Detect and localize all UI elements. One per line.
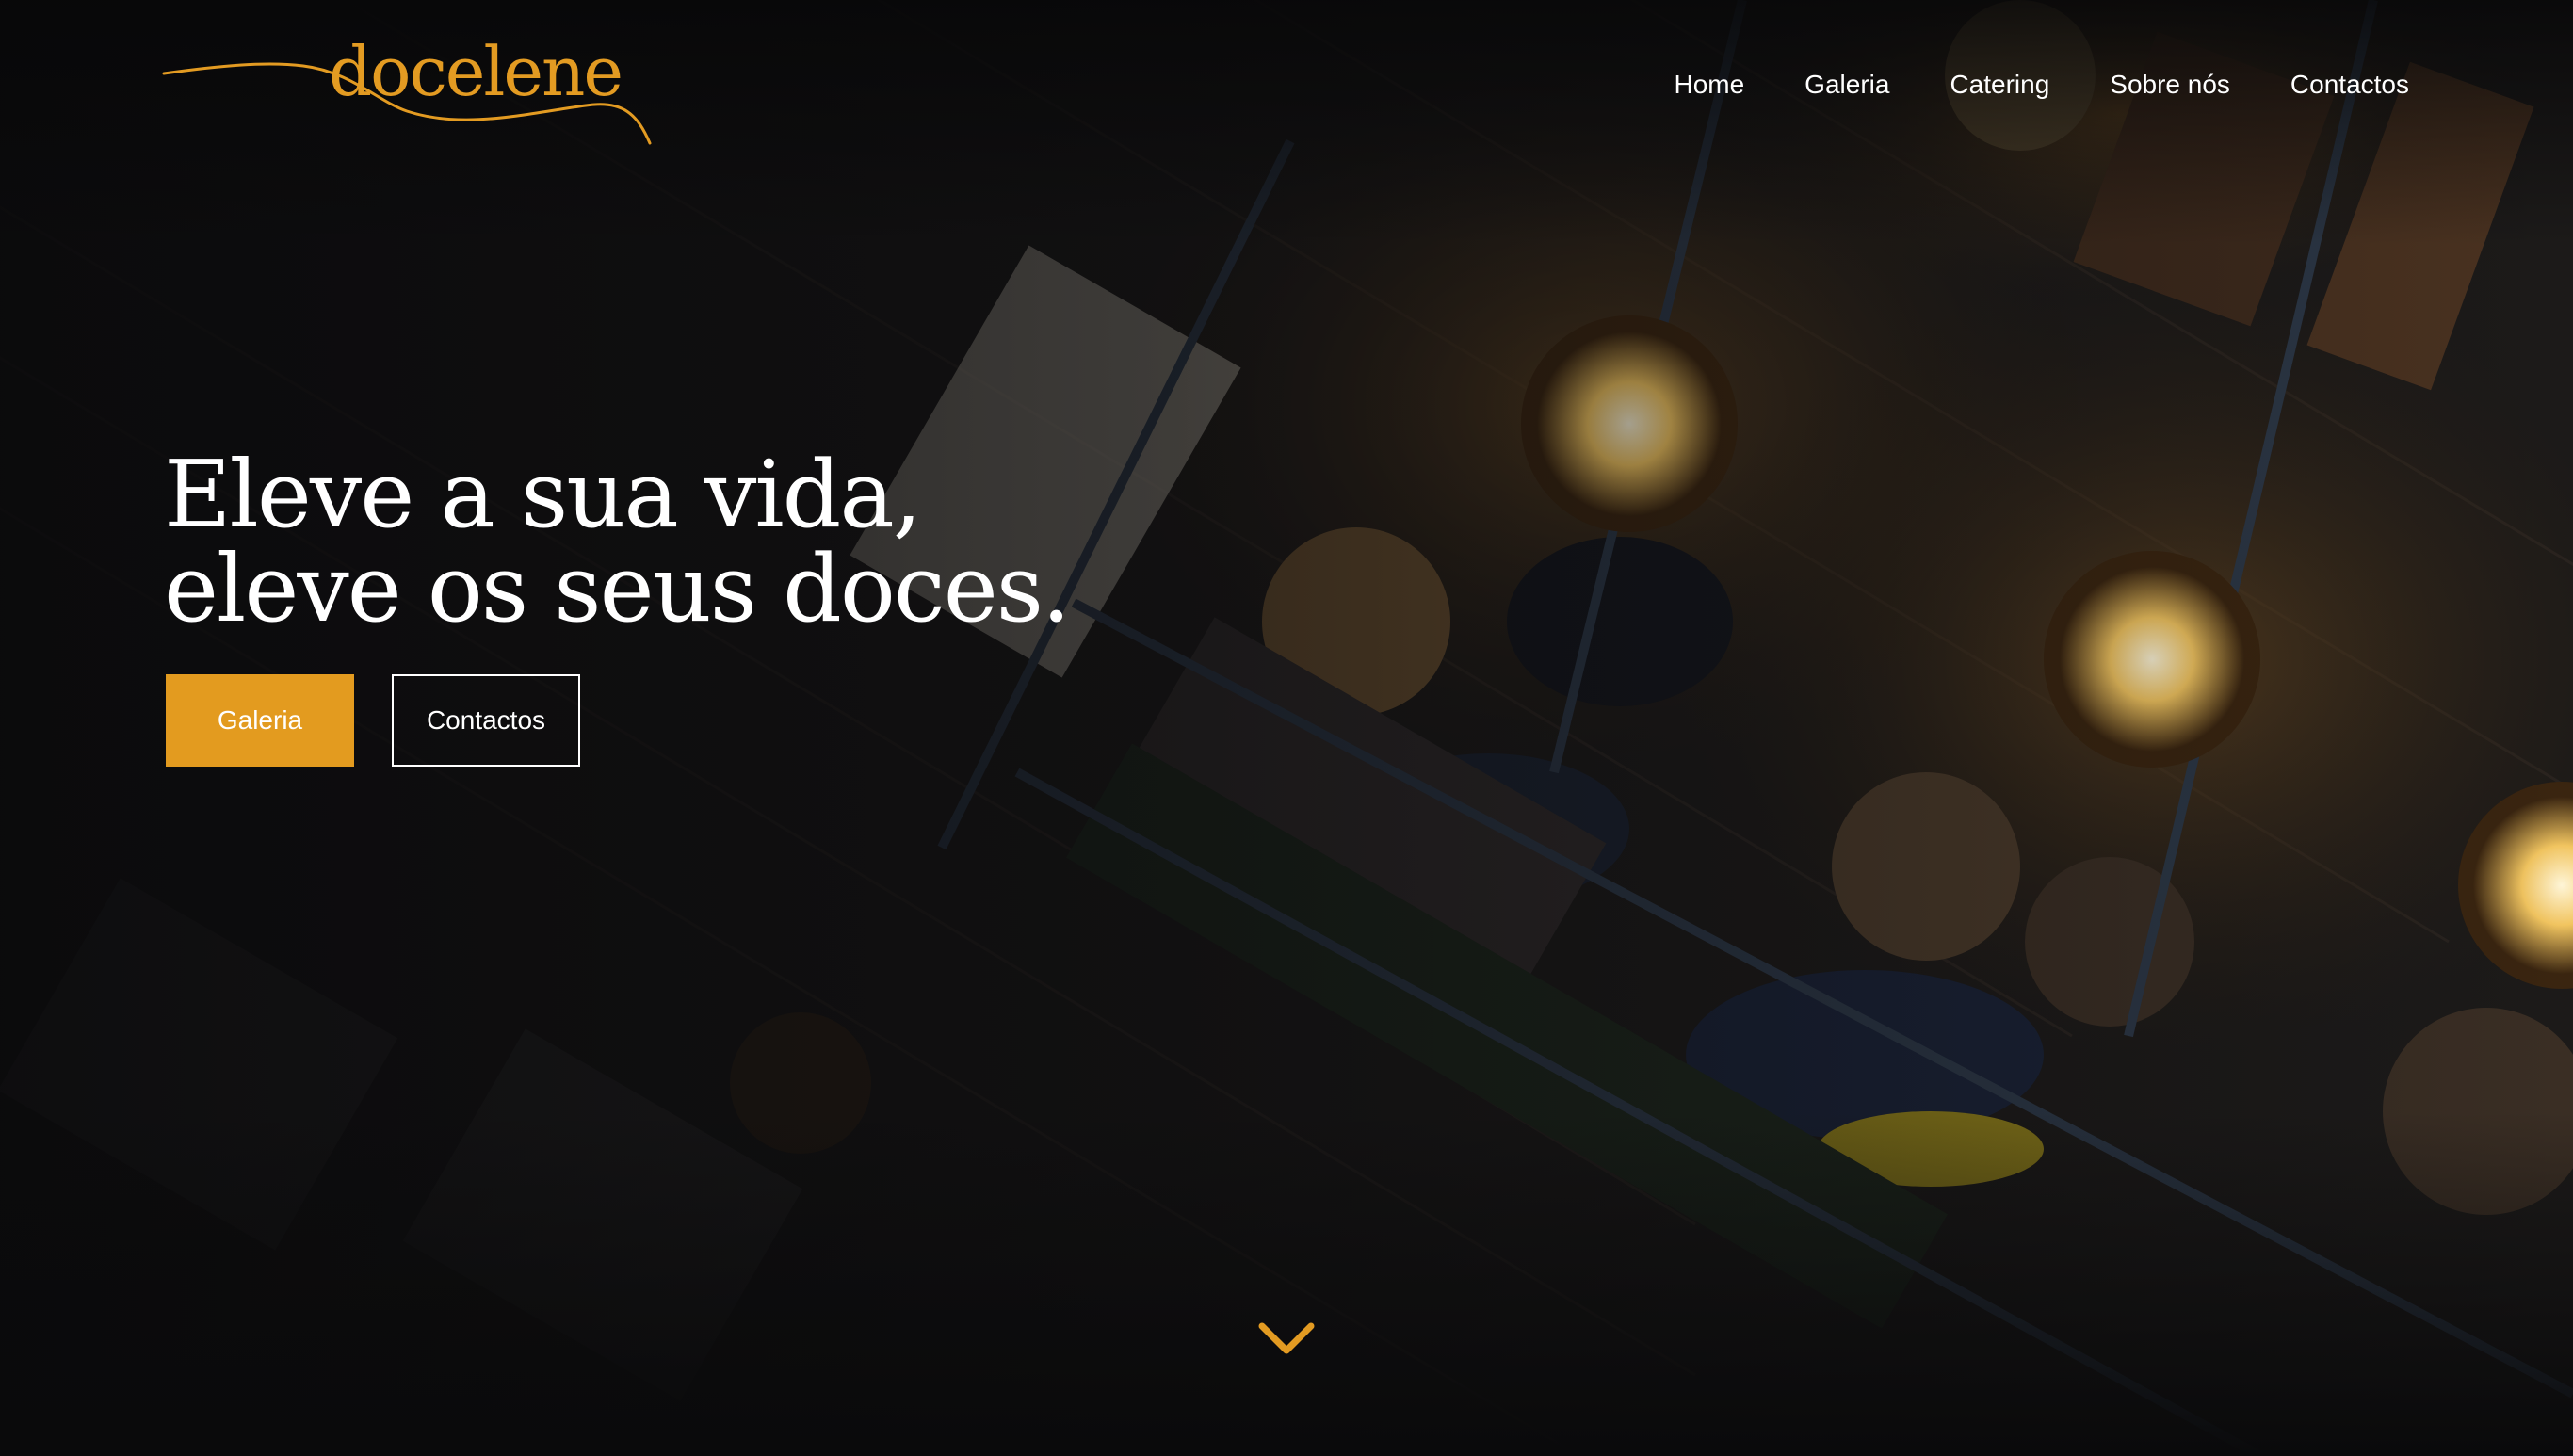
galeria-button[interactable]: Galeria: [166, 674, 354, 767]
brand-logo[interactable]: docelene: [162, 38, 652, 155]
nav-item-sobre-nos[interactable]: Sobre nós: [2079, 66, 2260, 104]
nav-item-catering[interactable]: Catering: [1919, 66, 2079, 104]
contactos-button[interactable]: Contactos: [392, 674, 580, 767]
nav-item-home[interactable]: Home: [1643, 66, 1774, 104]
hero-headline: Eleve a sua vida, eleve os seus doces.: [164, 442, 1071, 643]
hero-headline-line-2: eleve os seus doces.: [164, 536, 1071, 643]
hero-headline-line-1: Eleve a sua vida,: [164, 442, 922, 549]
nav-item-galeria[interactable]: Galeria: [1774, 66, 1919, 104]
chevron-down-icon[interactable]: [1256, 1317, 1317, 1358]
landing-page: docelene Home Galeria Catering Sobre nós…: [0, 0, 2573, 1456]
logo-wordmark: docelene: [329, 32, 623, 111]
nav-item-contactos[interactable]: Contactos: [2260, 66, 2409, 104]
hero-background-image: [0, 0, 2573, 1456]
main-navigation: Home Galeria Catering Sobre nós Contacto…: [1643, 66, 2409, 104]
